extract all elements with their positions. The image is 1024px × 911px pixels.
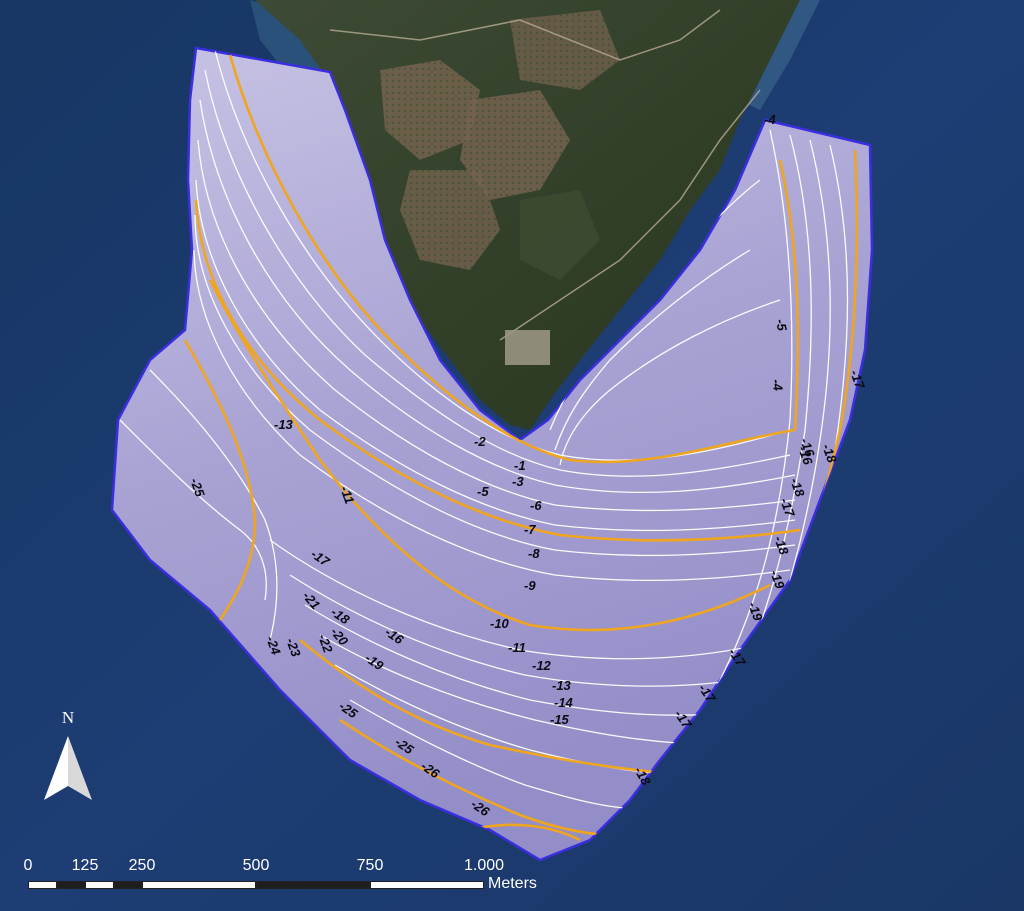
- contour-label: -13: [274, 417, 294, 432]
- scale-tick-label: 250: [128, 857, 156, 874]
- scale-segment: [57, 881, 86, 889]
- scale-segment: [142, 881, 256, 889]
- contour-label: -10: [490, 616, 510, 631]
- contour-label: -6: [530, 498, 542, 513]
- map-canvas: -13 -25 -11 -2 -1 -3 -5 -6 -7 -8 -9 -10 …: [0, 0, 1024, 911]
- contour-label: -11: [508, 640, 526, 655]
- scale-tick-label: 750: [356, 857, 384, 874]
- scale-bar: 0 125 250 500 750 1.000 Meters: [18, 852, 578, 902]
- scale-unit-label: Meters: [488, 875, 537, 892]
- scale-segment: [85, 881, 114, 889]
- contour-label: -5: [477, 484, 489, 499]
- contour-label: -3: [512, 474, 524, 489]
- contour-label: -14: [554, 695, 574, 710]
- contour-label: -9: [524, 578, 536, 593]
- scale-tick-label: 0: [23, 857, 33, 874]
- scale-segment: [114, 881, 142, 889]
- north-letter: N: [61, 708, 75, 727]
- scale-segment: [256, 881, 370, 889]
- scale-tick-label: 500: [242, 857, 270, 874]
- north-arrow: N: [40, 708, 96, 808]
- facility: [505, 330, 550, 365]
- contour-label: -7: [524, 522, 536, 537]
- scale-tick-label: 1.000: [463, 857, 505, 874]
- contour-label: -15: [550, 712, 570, 727]
- contour-label: -8: [528, 546, 540, 561]
- contour-label: -12: [532, 658, 552, 673]
- contour-label: -13: [552, 678, 572, 693]
- contour-label: -4: [764, 112, 776, 127]
- north-arrow-icon: [44, 736, 92, 800]
- map-view[interactable]: -13 -25 -11 -2 -1 -3 -5 -6 -7 -8 -9 -10 …: [0, 0, 1024, 911]
- scale-tick-label: 125: [71, 857, 99, 874]
- contour-label: -2: [474, 434, 486, 449]
- contour-label: -1: [514, 458, 526, 473]
- scale-segment: [370, 881, 484, 889]
- scale-segment: [28, 881, 57, 889]
